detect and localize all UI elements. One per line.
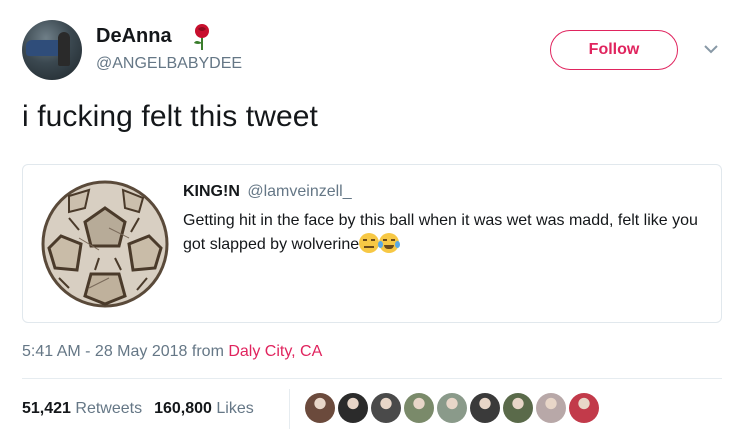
quoted-tweet-card[interactable]: KING!N @lamveinzell_ Getting hit in the … bbox=[22, 164, 722, 323]
author-handle[interactable]: @ANGELBABYDEE bbox=[96, 55, 242, 73]
quoted-author-name: KING!N bbox=[183, 183, 240, 200]
quoted-tweet-body: Getting hit in the face by this ball whe… bbox=[183, 212, 698, 253]
quoted-tweet-author[interactable]: KING!N @lamveinzell_ bbox=[183, 183, 352, 201]
likes-stat[interactable]: 160,800 Likes bbox=[154, 400, 254, 417]
quoted-tweet-text: Getting hit in the face by this ball whe… bbox=[183, 209, 703, 257]
liker-avatar[interactable] bbox=[503, 393, 533, 423]
likes-count: 160,800 bbox=[154, 400, 212, 417]
avatar-photo-person bbox=[58, 32, 70, 66]
liker-avatar[interactable] bbox=[305, 393, 335, 423]
retweets-stat[interactable]: 51,421 Retweets bbox=[22, 400, 142, 417]
liker-avatar[interactable] bbox=[470, 393, 500, 423]
sleeping-face-icon bbox=[359, 233, 380, 253]
liker-avatar[interactable] bbox=[569, 393, 599, 423]
author-display-name[interactable]: DeAnna bbox=[96, 25, 172, 48]
tweet-timestamp: 5:41 AM - 28 May 2018 from Daly City, CA bbox=[22, 343, 322, 361]
tweet-date[interactable]: 5:41 AM - 28 May 2018 bbox=[22, 343, 187, 360]
stats-divider bbox=[22, 378, 722, 379]
quoted-author-handle: @lamveinzell_ bbox=[247, 183, 352, 200]
tweet-stats: 51,421 Retweets 160,800 Likes bbox=[22, 400, 254, 418]
retweets-label: Retweets bbox=[75, 400, 143, 417]
follow-button[interactable]: Follow bbox=[550, 30, 678, 70]
likes-label: Likes bbox=[216, 400, 254, 417]
liker-avatar[interactable] bbox=[371, 393, 401, 423]
cracked-soccer-ball-image bbox=[39, 178, 171, 310]
author-avatar[interactable] bbox=[22, 20, 82, 80]
tweet-text: i fucking felt this tweet bbox=[22, 100, 318, 133]
retweets-count: 51,421 bbox=[22, 400, 71, 417]
rose-icon bbox=[194, 24, 209, 50]
liker-avatar[interactable] bbox=[437, 393, 467, 423]
liker-avatar[interactable] bbox=[338, 393, 368, 423]
tears-of-joy-icon bbox=[378, 233, 401, 253]
chevron-down-icon[interactable] bbox=[704, 44, 718, 54]
liker-avatar[interactable] bbox=[404, 393, 434, 423]
tweet-location[interactable]: Daly City, CA bbox=[228, 343, 322, 360]
stats-vertical-divider bbox=[289, 389, 290, 429]
quoted-tweet-image[interactable] bbox=[39, 178, 171, 310]
from-label: from bbox=[191, 343, 224, 360]
liker-avatar[interactable] bbox=[536, 393, 566, 423]
